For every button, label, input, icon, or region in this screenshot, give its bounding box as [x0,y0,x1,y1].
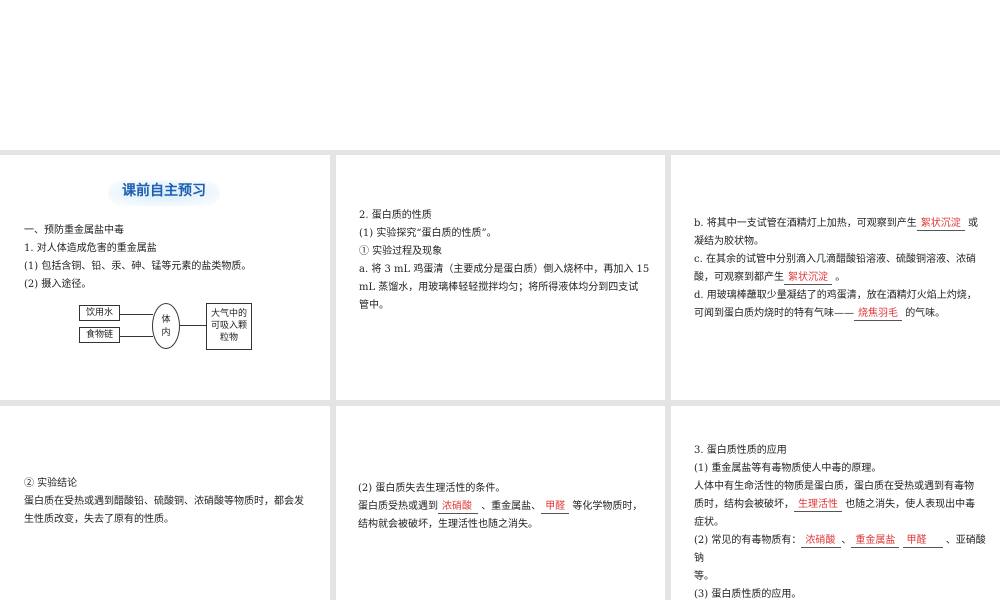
answer-blank: 甲醛 [541,500,570,514]
text-line: 症状。 [694,517,724,528]
arrow [120,336,153,337]
text-line: 酸，可观察到都产生 絮状沉淀 。 [694,271,846,285]
text-line: (3) 蛋白质性质的应用。 [694,589,802,600]
panel-heavy-metal: 课前自主预习 一、预防重金属盐中毒 1. 对人体造成危害的重金属盐 (1) 包括… [0,155,330,400]
text-line: ① 实验过程及现象 [359,246,443,257]
heading: 一、预防重金属盐中毒 [24,225,124,236]
text-line: 蛋白质在受热或遇到醋酸铅、硫酸铜、浓硝酸等物质时，都会发 [24,496,304,507]
heading: (2) 蛋白质失去生理活性的条件。 [358,483,506,494]
text-line: c. 在其余的试管中分别滴入几滴醋酸铅溶液、硫酸铜溶液、浓硝 [694,254,976,265]
label: 粒物 [219,333,238,343]
text-line: (1) 重金属盐等有毒物质使人中毒的原理。 [694,463,882,474]
section-banner: 课前自主预习 [108,180,220,206]
text-line: (1) 包括含铜、铅、汞、砷、锰等元素的盐类物质。 [24,261,252,272]
diagram-water: 饮用水 [79,305,120,321]
panel-protein-properties: 2. 蛋白质的性质 (1) 实验探究“蛋白质的性质”。 ① 实验过程及现象 a.… [336,155,665,400]
slide-grid: 课前自主预习 一、预防重金属盐中毒 1. 对人体造成危害的重金属盐 (1) 包括… [0,150,1000,600]
text-line: 蛋白质受热或遇到 浓硝酸 、重金属盐、 甲醛 等化学物质时， [358,500,643,514]
panel-observations: b. 将其中一支试管在酒精灯上加热，可观察到产生 絮状沉淀 或 凝结为胶状物。 c… [671,155,1000,400]
text-line: b. 将其中一支试管在酒精灯上加热，可观察到产生 絮状沉淀 或 [694,217,978,231]
answer-blank: 生理活性 [794,498,842,512]
text-line: 生性质改变，失去了原有的性质。 [24,514,174,525]
text-line: 钠 [694,553,704,564]
text-line: a. 将 3 mL 鸡蛋清（主要成分是蛋白质）倒入烧杯中，再加入 15 [359,264,650,275]
text-line: 结构就会被破坏，生理活性也随之消失。 [358,519,538,530]
text-line: 管中。 [359,300,389,311]
heading: ② 实验结论 [24,478,78,489]
text-line: mL 蒸馏水，用玻璃棒轻轻搅拌均匀；将所得液体均分到四支试 [359,282,639,293]
answer-blank: 重金属盐 [851,534,900,548]
text-line: 质时，结构会被破坏， 生理活性 也随之消失，使人表现出中毒 [694,498,976,512]
label: 体 [161,315,171,325]
panel-conditions: (2) 蛋白质失去生理活性的条件。 蛋白质受热或遇到 浓硝酸 、重金属盐、 甲醛 等… [336,406,665,600]
text-line: 凝结为胶状物。 [694,236,764,247]
heading: 2. 蛋白质的性质 [359,210,432,221]
label: 大气中的 [210,309,247,319]
answer-blank: 浓硝酸 [438,500,478,514]
text-line: (1) 实验探究“蛋白质的性质”。 [359,228,497,239]
arrow [180,325,207,326]
text-line: 等。 [694,571,714,582]
panel-conclusion: ② 实验结论 蛋白质在受热或遇到醋酸铅、硫酸铜、浓硝酸等物质时，都会发 生性质改… [0,406,330,600]
text-line: 1. 对人体造成危害的重金属盐 [24,243,157,254]
diagram-air: 大气中的可吸入颗粒物 [206,303,252,350]
answer-blank: 浓硝酸 [801,534,842,548]
answer-blank: 絮状沉淀 [916,217,965,231]
heading: 3. 蛋白质性质的应用 [694,445,787,456]
panel1-text: 一、预防重金属盐中毒 1. 对人体造成危害的重金属盐 (1) 包括含铜、铅、汞、… [24,222,251,294]
text-line: (2) 常见的有毒物质有： 浓硝酸、重金属盐 甲醛 、亚硝酸 [694,534,986,548]
arrow [120,314,153,315]
answer-blank: 烧焦羽毛 [854,307,902,321]
text-line: d. 用玻璃棒蘸取少量凝结了的鸡蛋清，放在酒精灯火焰上灼烧， [694,290,977,301]
answer-blank: 甲醛 [902,534,943,548]
label: 内 [161,328,171,338]
text-line: 可闻到蛋白质灼烧时的特有气味—— 烧焦羽毛 的气味。 [694,307,946,321]
diagram-body: 体内 [152,303,180,349]
answer-blank: 絮状沉淀 [784,271,832,285]
diagram-food: 食物链 [79,327,120,343]
text-line: 人体中有生命活性的物质是蛋白质，蛋白质在受热或遇到有毒物 [694,481,974,492]
text-line: (2) 摄入途径。 [24,279,92,290]
label: 可吸入颗 [210,321,247,331]
panel-applications: 3. 蛋白质性质的应用 (1) 重金属盐等有毒物质使人中毒的原理。 人体中有生命… [671,406,1000,600]
